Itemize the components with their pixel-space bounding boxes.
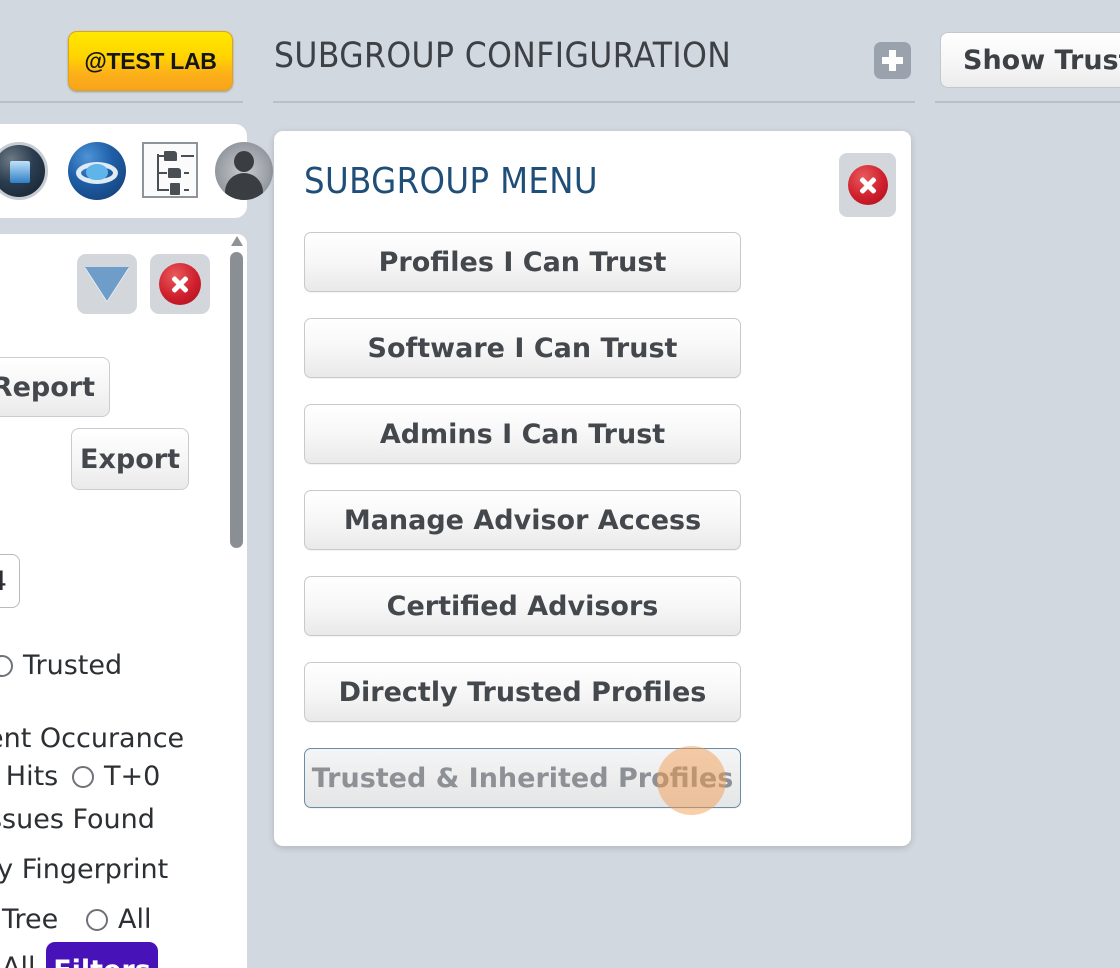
brand-logo[interactable]: @TEST LAB	[68, 31, 233, 91]
show-trust-label: Show Trust-	[963, 44, 1120, 76]
plus-icon-bar	[882, 57, 903, 64]
radio-tree[interactable]: Tree	[0, 904, 58, 935]
radio-zero-hits[interactable]: 0 Hits	[0, 761, 58, 792]
archive-orb-shape	[0, 142, 48, 200]
subgroup-menu-dialog: SUBGROUP MENU Profiles I Can Trust Softwa…	[274, 131, 911, 846]
menu-item-0[interactable]: Profiles I Can Trust	[304, 232, 741, 292]
header-divider-right	[273, 101, 915, 103]
panel-close-button[interactable]	[150, 254, 210, 314]
header-divider-far	[935, 101, 1120, 103]
radio-trusted[interactable]: Trusted	[0, 650, 122, 681]
app-header: @TEST LAB SUBGROUP CONFIGURATION Show Tr…	[0, 0, 1120, 112]
add-button[interactable]	[874, 42, 911, 79]
icon-toolbar	[0, 124, 273, 218]
panel-scrollbar[interactable]	[228, 236, 246, 558]
filters-button[interactable]: Filters	[46, 942, 158, 968]
archive-orb-icon[interactable]	[0, 142, 48, 200]
close-circle-icon	[159, 263, 201, 305]
brand-logo-label: @TEST LAB	[84, 47, 217, 74]
radio-all-label: All	[118, 904, 152, 935]
radio-all-bottom[interactable]: All	[0, 952, 35, 968]
menu-item-1[interactable]: Software I Can Trust	[304, 318, 741, 378]
menu-item-6[interactable]: Trusted & Inherited Profiles	[304, 748, 741, 808]
radio-t-plus-0-label: T+0	[104, 761, 161, 792]
menu-item-4[interactable]: Certified Advisors	[304, 576, 741, 636]
download-report-button[interactable]: load Report	[0, 357, 110, 417]
close-circle-icon	[847, 165, 888, 205]
show-trust-button[interactable]: Show Trust-	[940, 32, 1120, 88]
scroll-up-arrow-icon[interactable]	[231, 236, 243, 246]
globe-cloud-icon[interactable]	[68, 142, 126, 200]
header-divider-left	[0, 101, 243, 103]
filter-triangle-icon	[85, 267, 129, 301]
radio-issues-found[interactable]: Issues Found	[0, 804, 155, 835]
radio-by-fingerprint-label: by Fingerprint	[0, 854, 169, 885]
filter-triangle-button[interactable]	[77, 254, 137, 314]
subgroup-menu-list: Profiles I Can Trust Software I Can Trust…	[304, 232, 741, 834]
radio-ring-icon	[86, 908, 108, 931]
radio-all[interactable]: All	[86, 904, 151, 935]
tree-hierarchy-shape	[142, 142, 198, 198]
menu-item-2[interactable]: Admins I Can Trust	[304, 404, 741, 464]
radio-trusted-label: Trusted	[23, 650, 123, 681]
radio-all-bottom-label: All	[2, 952, 36, 968]
radio-by-fingerprint[interactable]: by Fingerprint	[0, 854, 168, 885]
year-input[interactable]: 024	[0, 554, 20, 608]
menu-item-3[interactable]: Manage Advisor Access	[304, 490, 741, 550]
user-avatar-icon[interactable]	[215, 142, 273, 200]
scrollbar-thumb[interactable]	[230, 252, 243, 548]
radio-zero-hits-label: 0 Hits	[0, 761, 59, 792]
globe-cloud-shape	[68, 142, 126, 200]
dialog-title: SUBGROUP MENU	[304, 161, 599, 202]
radio-ring-icon	[0, 654, 13, 677]
radio-ring-icon	[72, 765, 94, 788]
recent-occurance-label: Recent Occurance	[0, 723, 185, 754]
menu-item-5[interactable]: Directly Trusted Profiles	[304, 662, 741, 722]
left-filter-panel: load Report Export 024 s Trusted Recent …	[0, 234, 247, 968]
radio-tree-label: Tree	[2, 904, 59, 935]
tree-hierarchy-icon[interactable]	[142, 142, 200, 200]
avatar-shape	[215, 142, 273, 200]
page-title: SUBGROUP CONFIGURATION	[274, 36, 732, 76]
radio-t-plus-0[interactable]: T+0	[72, 761, 160, 792]
dialog-close-button[interactable]	[839, 153, 896, 217]
export-button[interactable]: Export	[71, 428, 189, 490]
radio-issues-found-label: Issues Found	[0, 804, 155, 835]
